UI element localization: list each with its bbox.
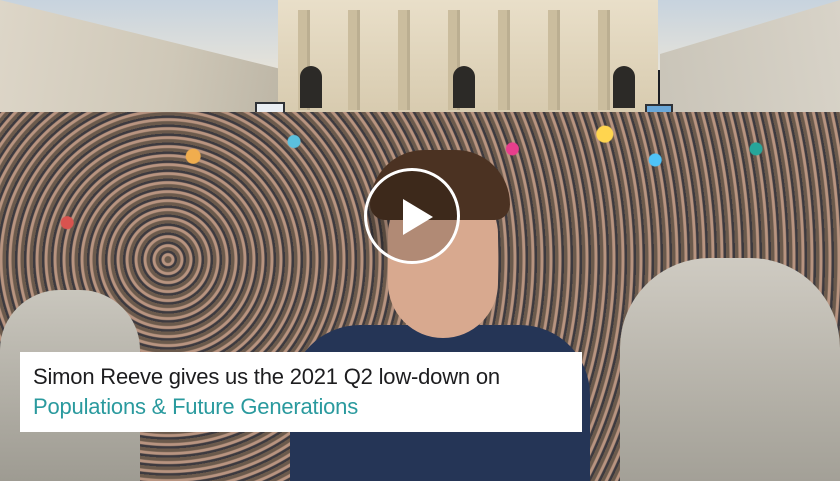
caption-topic: Populations & Future Generations [33, 394, 359, 419]
doorway [453, 66, 475, 108]
play-button[interactable] [364, 168, 460, 264]
doorway [613, 66, 635, 108]
column [348, 10, 360, 110]
stone-bollard-right [620, 258, 840, 481]
column [548, 10, 560, 110]
play-icon [403, 199, 433, 235]
caption-title: Simon Reeve gives us the 2021 Q2 low-dow… [33, 364, 500, 389]
basilica-facade [278, 0, 658, 118]
column [498, 10, 510, 110]
video-caption: Simon Reeve gives us the 2021 Q2 low-dow… [20, 352, 582, 432]
doorway [300, 66, 322, 108]
column [598, 10, 610, 110]
video-player[interactable]: Simon Reeve gives us the 2021 Q2 low-dow… [0, 0, 840, 481]
column [398, 10, 410, 110]
